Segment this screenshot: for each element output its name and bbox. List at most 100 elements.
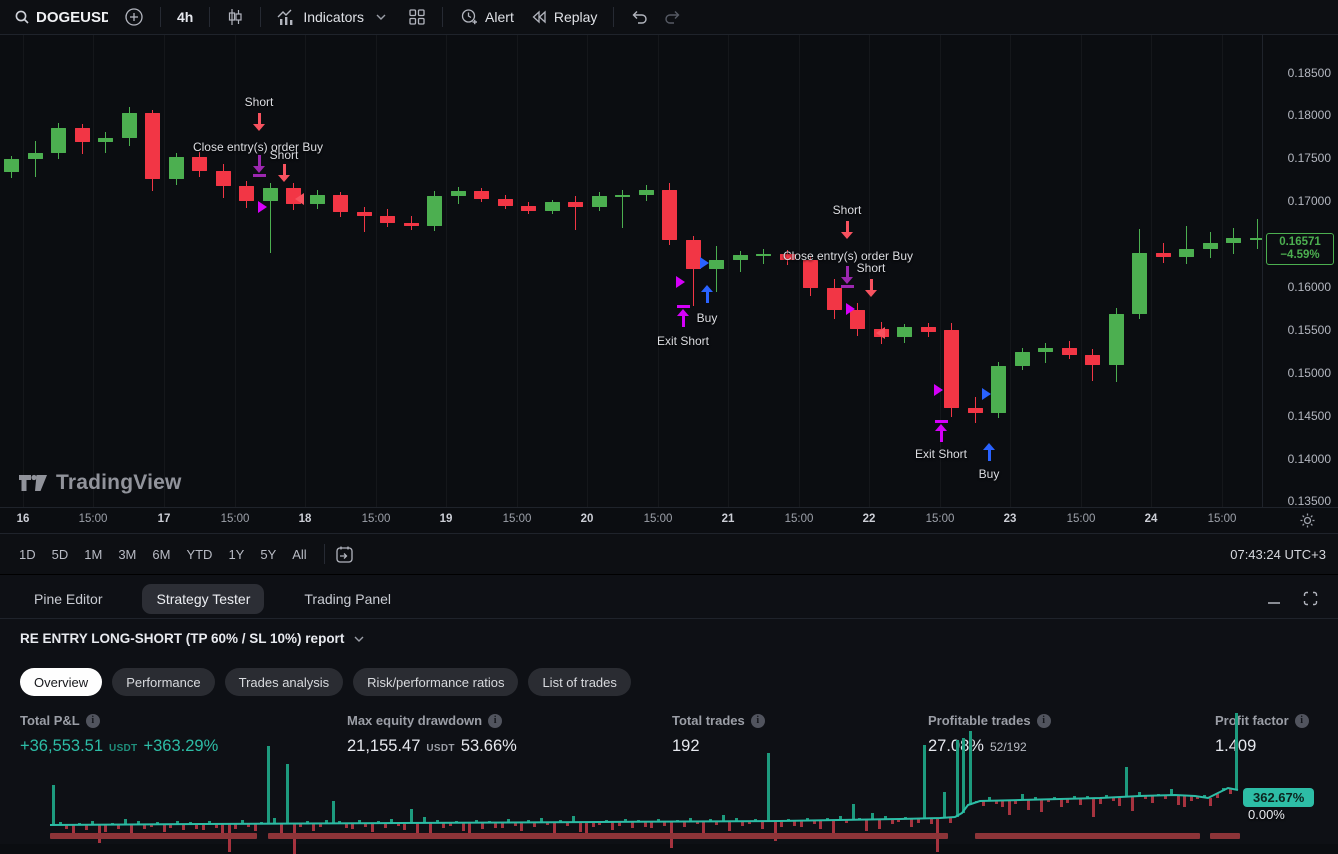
gridline <box>658 34 659 507</box>
replay-button[interactable]: Replay <box>522 3 606 31</box>
range-button-6m[interactable]: 6M <box>145 543 177 566</box>
time-tick: 24 <box>1145 513 1158 525</box>
clock-timezone-button[interactable]: 07:43:24 UTC+3 <box>1230 547 1326 562</box>
panel-tab-strategy-tester[interactable]: Strategy Tester <box>142 584 264 614</box>
candle-body <box>239 186 254 201</box>
candle-body <box>709 260 724 269</box>
layout-templates-button[interactable] <box>400 3 434 31</box>
panel-tab-trading-panel[interactable]: Trading Panel <box>290 584 405 614</box>
candle-body <box>98 138 113 142</box>
info-icon[interactable]: i <box>488 714 502 728</box>
redo-button[interactable] <box>656 3 690 31</box>
trade-marker-label: Short <box>857 261 886 275</box>
trade-marker-ad <box>865 279 877 297</box>
candle-body <box>75 128 90 143</box>
stat-total-trades: Total trades i192 <box>672 713 765 756</box>
range-button-ytd[interactable]: YTD <box>179 543 219 566</box>
stat-total-p-l: Total P&L i+36,553.51USDT+363.29% <box>20 713 218 756</box>
candle-body <box>944 330 959 408</box>
candle-body <box>498 199 513 206</box>
divider <box>260 7 261 27</box>
drawdown-strip <box>268 833 948 839</box>
range-button-1y[interactable]: 1Y <box>221 543 251 566</box>
minimize-panel-icon[interactable] <box>1267 592 1281 606</box>
trade-marker-tr <box>982 388 991 400</box>
time-tick: 22 <box>863 513 876 525</box>
time-axis[interactable]: 1615:001715:001815:001915:002015:002115:… <box>0 507 1338 534</box>
candle-body <box>263 188 278 202</box>
candle-body <box>1226 238 1241 243</box>
candle-wick <box>763 249 764 264</box>
go-to-date-icon[interactable] <box>335 545 354 564</box>
candlestick-chart[interactable]: ShortClose entry(s) order BuyShortExit S… <box>0 34 1262 507</box>
alert-clock-icon <box>459 7 479 27</box>
gridline <box>93 34 94 507</box>
date-range-buttons: 1D5D1M3M6MYTD1Y5YAll <box>12 543 314 566</box>
tradingview-logo-icon <box>18 473 48 493</box>
report-tab-list-of-trades[interactable]: List of trades <box>528 668 630 696</box>
report-tab-overview[interactable]: Overview <box>20 668 102 696</box>
candle-body <box>803 260 818 287</box>
trade-marker-tr <box>846 303 855 315</box>
range-button-1m[interactable]: 1M <box>77 543 109 566</box>
price-axis[interactable]: 0.185000.180000.175000.170000.160000.155… <box>1262 34 1338 507</box>
time-tick: 15:00 <box>79 513 108 525</box>
symbol-search-button[interactable]: DOGEUSDT <box>6 3 116 31</box>
redo-icon <box>664 10 682 24</box>
maximize-panel-icon[interactable] <box>1303 591 1318 606</box>
info-icon[interactable]: i <box>751 714 765 728</box>
search-icon <box>14 9 30 25</box>
candle-body <box>991 366 1006 413</box>
time-tick: 15:00 <box>503 513 532 525</box>
candle-body <box>615 195 630 197</box>
candle-body <box>357 212 372 216</box>
info-icon[interactable]: i <box>1037 714 1051 728</box>
range-button-5y[interactable]: 5Y <box>253 543 283 566</box>
range-button-5d[interactable]: 5D <box>45 543 76 566</box>
candle-body <box>897 327 912 336</box>
report-tab-risk-performance-ratios[interactable]: Risk/performance ratios <box>353 668 518 696</box>
stat-max-equity-drawdown: Max equity drawdown i21,155.47USDT53.66% <box>347 713 517 756</box>
range-button-1d[interactable]: 1D <box>12 543 43 566</box>
candle-body <box>662 190 677 240</box>
equity-curve-chart: 362.67% 0.00% <box>0 770 1338 843</box>
report-title: RE ENTRY LONG-SHORT (TP 60% / SL 10%) re… <box>20 631 344 646</box>
undo-icon <box>630 10 648 24</box>
info-icon[interactable]: i <box>86 714 100 728</box>
stat-profitable-trades: Profitable trades i27.08%52/192 <box>928 713 1051 756</box>
interval-button[interactable]: 4h <box>169 3 201 31</box>
indicators-dropdown-arrow[interactable] <box>372 3 390 31</box>
info-icon[interactable]: i <box>1295 714 1309 728</box>
time-tick: 15:00 <box>362 513 391 525</box>
candle-body <box>968 408 983 413</box>
report-selector[interactable]: RE ENTRY LONG-SHORT (TP 60% / SL 10%) re… <box>20 631 364 646</box>
panel-tab-pine-editor[interactable]: Pine Editor <box>20 584 116 614</box>
chevron-down-icon <box>376 14 386 20</box>
drawdown-strip <box>1210 833 1240 839</box>
chart-style-button[interactable] <box>218 3 252 31</box>
tradingview-watermark: TradingView <box>18 471 182 495</box>
undo-button[interactable] <box>622 3 656 31</box>
grid-layout-icon <box>408 8 426 26</box>
candle-body <box>921 327 936 332</box>
time-tick: 17 <box>158 513 171 525</box>
range-button-3m[interactable]: 3M <box>111 543 143 566</box>
candle-body <box>733 255 748 259</box>
gridline <box>376 34 377 507</box>
time-tick: 19 <box>440 513 453 525</box>
candle-body <box>474 191 489 199</box>
axis-settings-gear-icon[interactable] <box>1299 512 1316 529</box>
range-button-all[interactable]: All <box>285 543 313 566</box>
alert-button[interactable]: Alert <box>451 3 522 31</box>
gridline <box>1081 34 1082 507</box>
candle-body <box>310 195 325 204</box>
trade-marker-ad <box>253 113 265 131</box>
time-tick: 23 <box>1004 513 1017 525</box>
report-tab-performance[interactable]: Performance <box>112 668 214 696</box>
time-tick: 21 <box>722 513 735 525</box>
report-tab-trades-analysis[interactable]: Trades analysis <box>225 668 344 696</box>
compare-add-button[interactable] <box>116 3 152 31</box>
candle-body <box>51 128 66 153</box>
indicators-button[interactable]: Indicators <box>269 3 372 31</box>
watermark-text: TradingView <box>56 471 182 495</box>
